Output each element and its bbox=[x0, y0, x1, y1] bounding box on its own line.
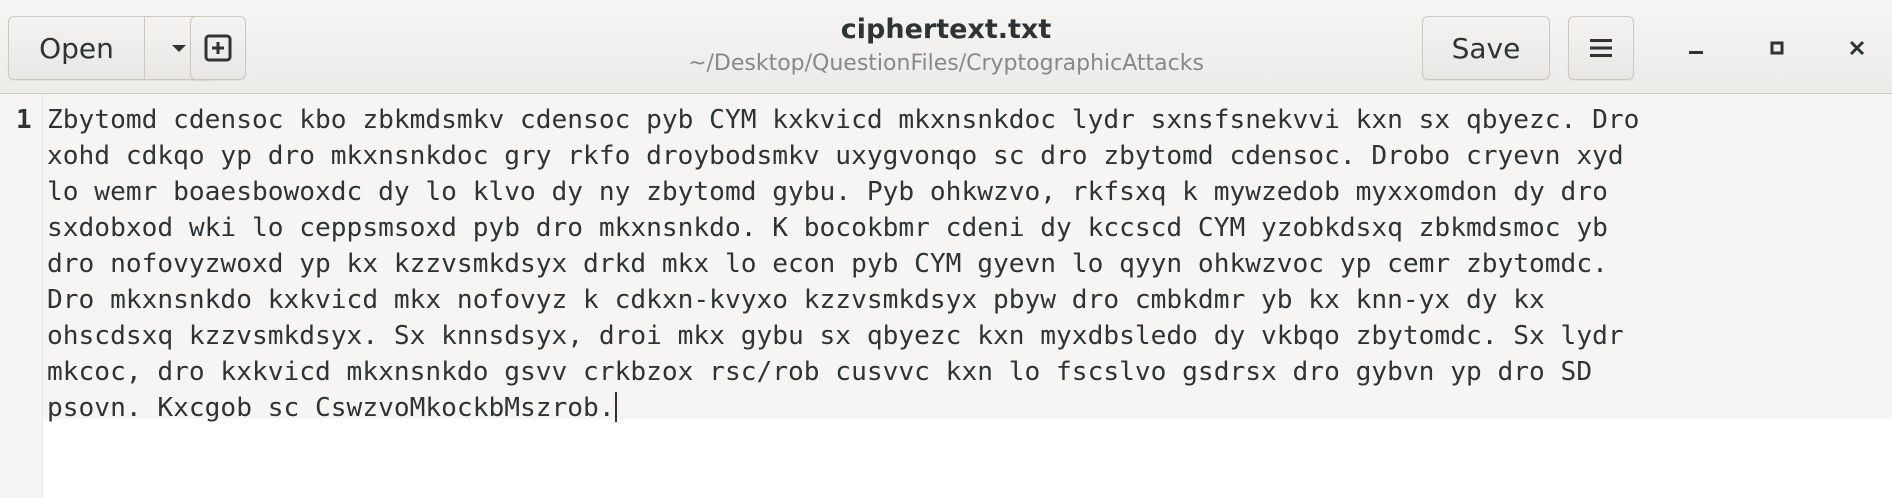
window-title: ciphertext.txt bbox=[840, 14, 1052, 45]
line-number: 1 bbox=[16, 105, 32, 135]
text-line: xohd cdkqo yp dro mkxnsnkdoc gry rkfo dr… bbox=[47, 141, 1624, 171]
open-button-group: Open bbox=[8, 16, 214, 80]
text-line: dro nofovyzwoxd yp kx kzzvsmkdsyx drkd m… bbox=[47, 249, 1608, 279]
document-text[interactable]: Zbytomd cdensoc kbo zbkmdsmkv cdensoc py… bbox=[47, 102, 1892, 426]
main-menu-button[interactable] bbox=[1568, 16, 1634, 80]
close-button[interactable] bbox=[1831, 22, 1883, 74]
text-line: Zbytomd cdensoc kbo zbkmdsmkv cdensoc py… bbox=[47, 105, 1640, 135]
open-button[interactable]: Open bbox=[9, 17, 145, 79]
new-document-button[interactable] bbox=[190, 16, 246, 80]
text-editor-area[interactable]: 1 Zbytomd cdensoc kbo zbkmdsmkv cdensoc … bbox=[0, 94, 1892, 498]
text-line: mkcoc, dro kxkvicd mkxnsnkdo gsvv crkbzo… bbox=[47, 357, 1593, 387]
maximize-button[interactable] bbox=[1751, 22, 1803, 74]
text-line: lo wemr boaesbowoxdc dy lo klvo dy ny zb… bbox=[47, 177, 1608, 207]
text-line: sxdobxod wki lo ceppsmsoxd pyb dro mkxns… bbox=[47, 213, 1608, 243]
text-line: Dro mkxnsnkdo kxkvicd mkx nofovyz k cdkx… bbox=[47, 285, 1545, 315]
maximize-icon bbox=[1770, 41, 1784, 55]
save-button[interactable]: Save bbox=[1422, 16, 1550, 80]
header-bar: Open ciphertext.txt ~/Desktop/QuestionFi… bbox=[0, 0, 1892, 94]
minimize-icon bbox=[1689, 51, 1703, 54]
text-editor-window: Open ciphertext.txt ~/Desktop/QuestionFi… bbox=[0, 0, 1892, 498]
new-document-icon bbox=[204, 34, 232, 62]
close-icon bbox=[1849, 40, 1865, 56]
file-path: ~/Desktop/QuestionFiles/CryptographicAtt… bbox=[688, 51, 1204, 76]
text-line: psovn. Kxcgob sc CswzvoMkockbMszrob. bbox=[47, 393, 615, 423]
text-line: ohscdsxq kzzvsmkdsyx. Sx knnsdsyx, droi … bbox=[47, 321, 1624, 351]
line-number-gutter: 1 bbox=[0, 94, 43, 498]
minimize-button[interactable] bbox=[1670, 22, 1722, 74]
chevron-down-icon bbox=[172, 45, 186, 52]
text-cursor bbox=[614, 392, 617, 422]
hamburger-menu-icon bbox=[1590, 39, 1612, 57]
title-area: ciphertext.txt ~/Desktop/QuestionFiles/C… bbox=[600, 12, 1292, 80]
